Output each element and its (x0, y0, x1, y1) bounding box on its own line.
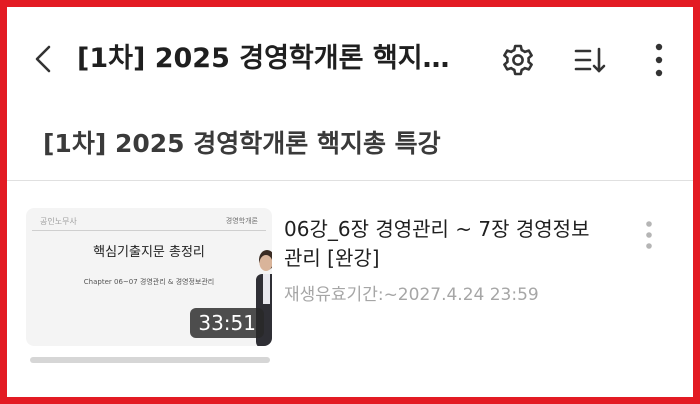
chevron-left-icon (35, 45, 51, 73)
progress-bar (30, 357, 270, 363)
thumbnail-subheading: Chapter 06~07 경영관리 & 경영정보관리 (83, 278, 215, 286)
settings-button[interactable] (498, 40, 538, 80)
sort-button[interactable] (570, 40, 610, 80)
gear-icon (503, 44, 533, 76)
thumbnail-rule (32, 230, 266, 231)
video-thumbnail[interactable]: 공인노무사 경영학개론 핵심기출지문 총정리 Chapter 06~07 경영관… (26, 208, 272, 346)
more-vertical-icon (646, 221, 652, 249)
sort-icon (574, 47, 606, 73)
list-item[interactable]: 공인노무사 경영학개론 핵심기출지문 총정리 Chapter 06~07 경영관… (7, 181, 693, 397)
back-button[interactable] (29, 41, 57, 77)
course-title: [1차] 2025 경영학개론 핵지총 특강 (43, 129, 441, 158)
page-title: [1차] 2025 경영학개론 핵지총 특강 (77, 43, 467, 74)
duration-badge: 33:51 (190, 308, 264, 338)
more-vertical-icon (655, 43, 663, 77)
app-screen: [1차] 2025 경영학개론 핵지총 특강 [1차] 2025 경영학개론 핵… (7, 7, 693, 397)
top-app-bar: [1차] 2025 경영학개론 핵지총 특강 (7, 7, 693, 111)
availability-text: 재생유효기간:~2027.4.24 23:59 (284, 285, 539, 305)
thumbnail-logo: 공인노무사 (40, 217, 77, 226)
item-more-button[interactable] (634, 217, 664, 253)
thumbnail-heading: 핵심기출지문 총정리 (93, 245, 205, 260)
thumbnail-brand: 경영학개론 (225, 217, 258, 225)
more-options-button[interactable] (639, 40, 679, 80)
video-title: 06강_6장 경영관리 ~ 7장 경영정보관리 [완강] (284, 217, 590, 270)
